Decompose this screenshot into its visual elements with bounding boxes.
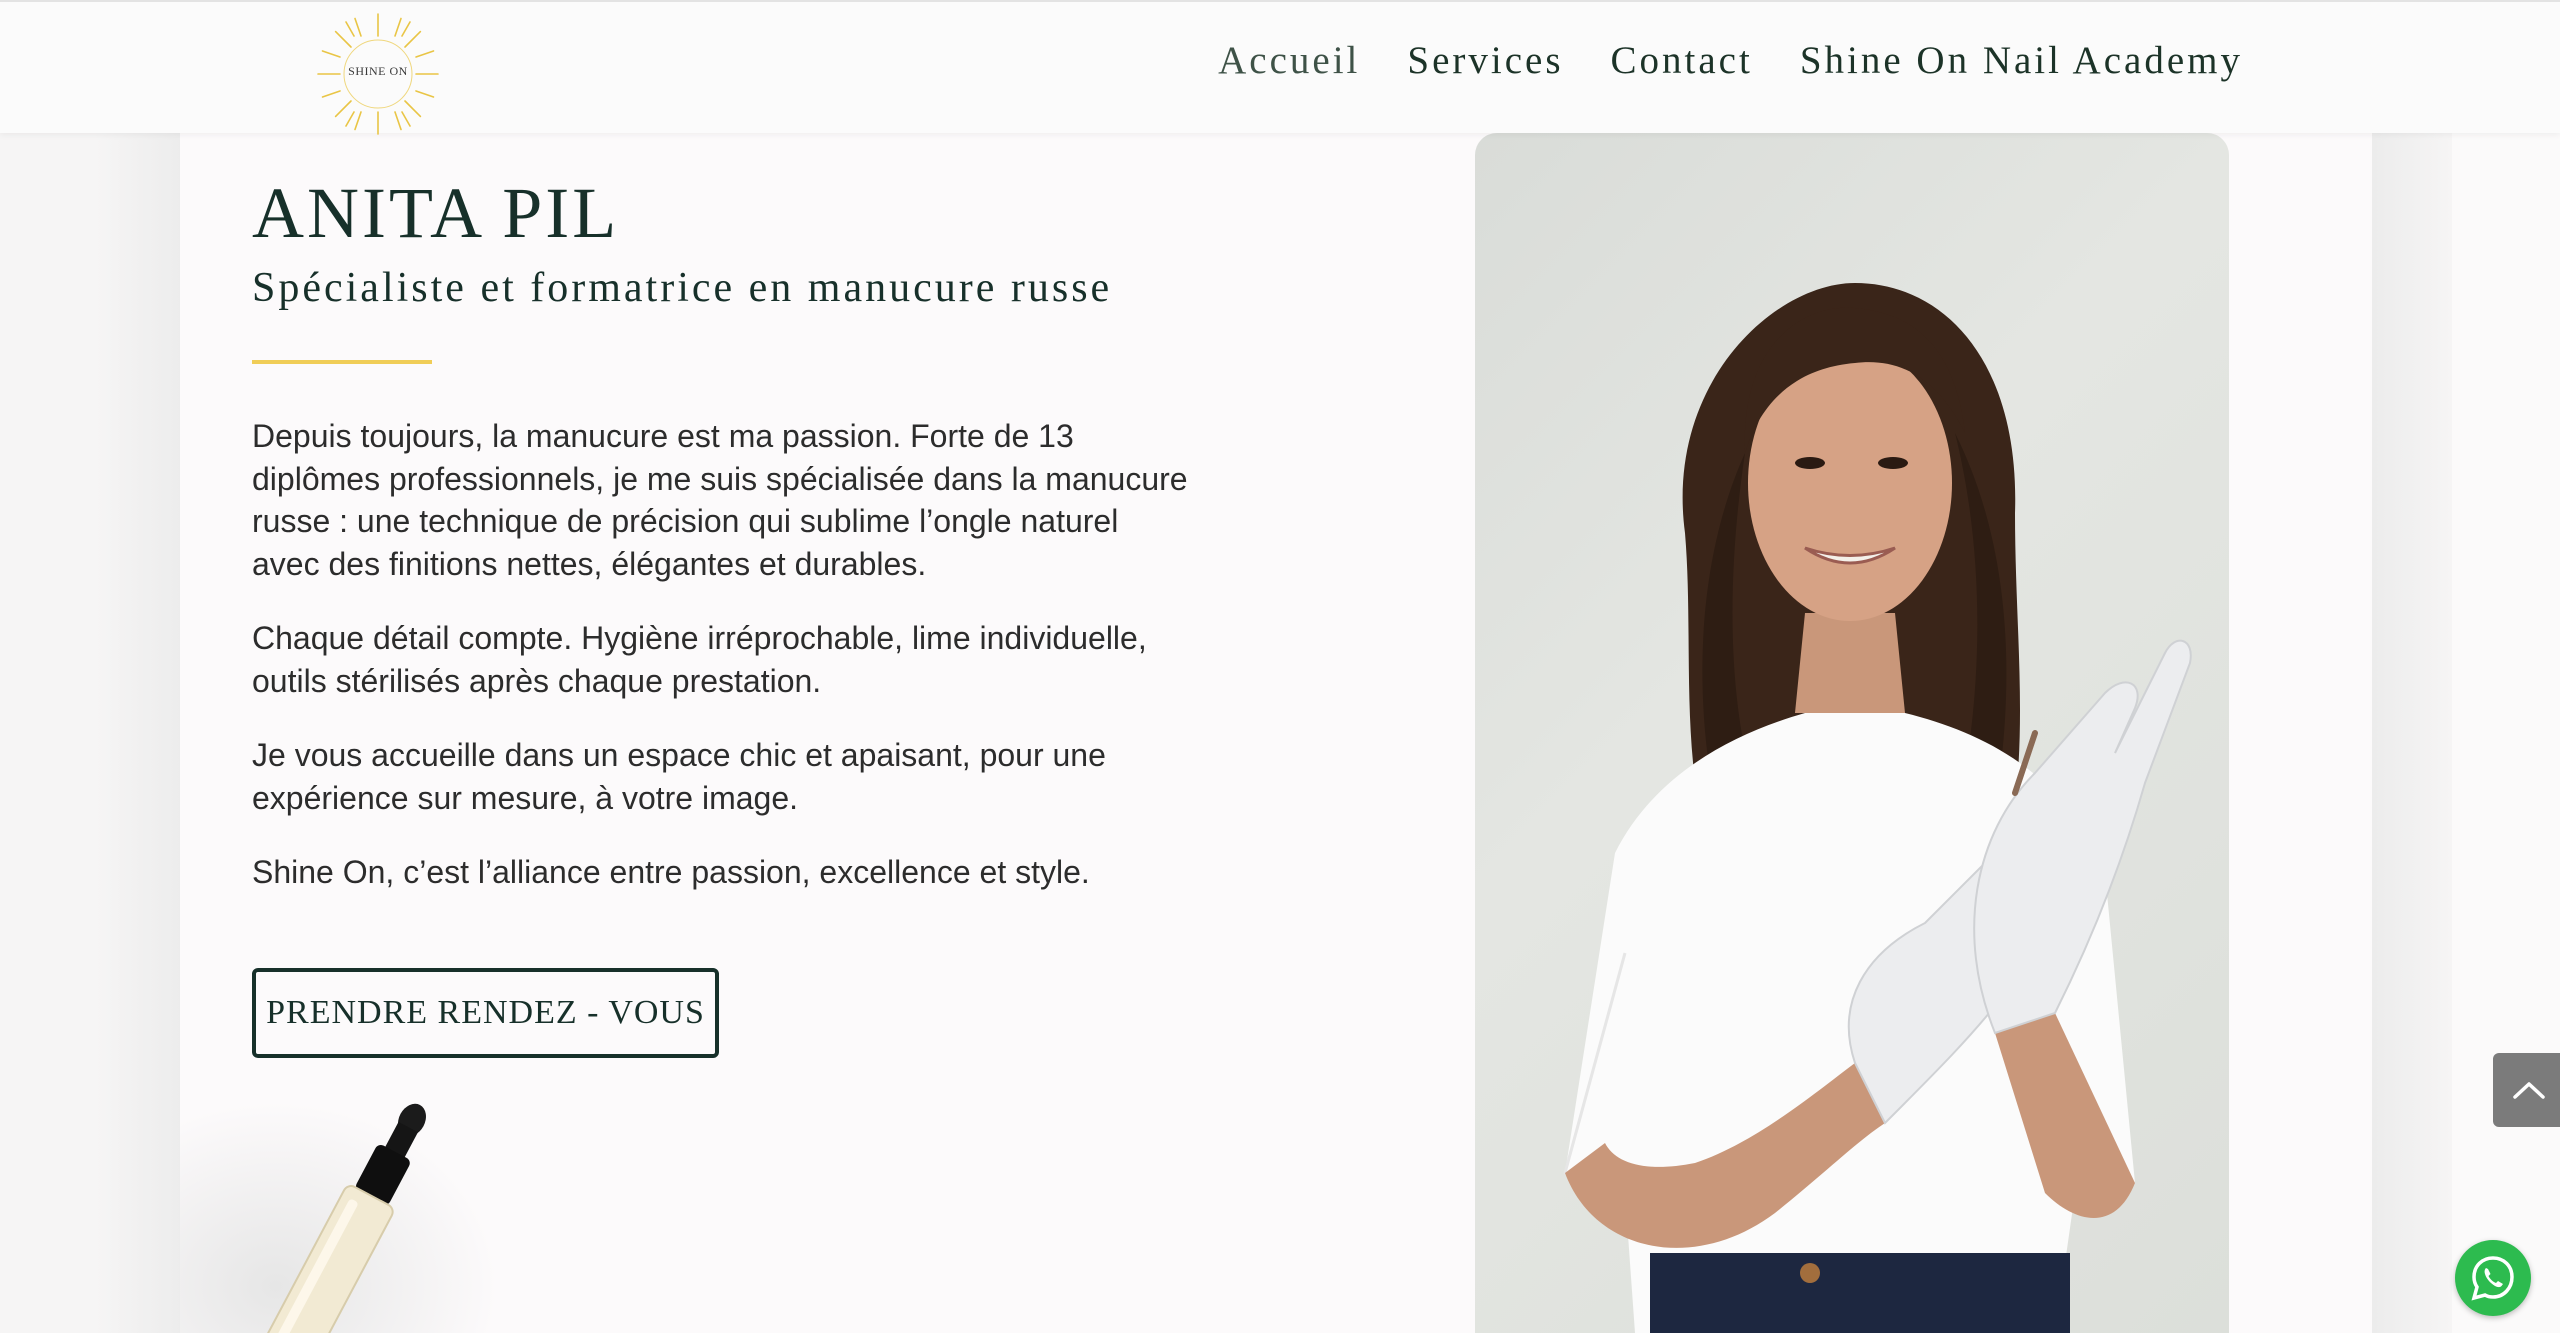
portrait-photo <box>1475 133 2229 1333</box>
whatsapp-button[interactable] <box>2455 1240 2531 1316</box>
paragraph-tagline: Shine On, c’est l’alliance entre passion… <box>252 854 1090 890</box>
paragraph-passion: Depuis toujours, la manucure est ma pass… <box>252 418 1188 582</box>
logo-text: SHINE ON <box>348 64 408 78</box>
paragraph-space: Je vous accueille dans un espace chic et… <box>252 737 1106 816</box>
right-side-shadow <box>2372 133 2452 1333</box>
nav-item-accueil[interactable]: Accueil <box>1218 38 1360 83</box>
main-nav: Accueil Services Contact Shine On Nail A… <box>1218 38 2243 83</box>
logo[interactable]: SHINE ON <box>316 12 440 136</box>
scroll-to-top-button[interactable] <box>2493 1053 2560 1127</box>
chevron-up-icon <box>2513 1082 2545 1099</box>
site-header: SHINE ON Accueil Services Contact Shine … <box>0 0 2560 136</box>
gold-divider <box>252 360 432 364</box>
book-appointment-button[interactable]: PRENDRE RENDEZ - VOUS <box>252 968 719 1058</box>
paragraph-hygiene: Chaque détail compte. Hygiène irréprocha… <box>252 620 1147 699</box>
nail-oil-bottle-image <box>180 1100 500 1333</box>
page-title: ANITA PIL <box>252 173 620 253</box>
left-side-shadow <box>95 133 185 1333</box>
bottle-illustration <box>260 1103 426 1333</box>
whatsapp-icon <box>2471 1256 2514 1301</box>
nav-item-services[interactable]: Services <box>1407 38 1563 83</box>
nav-item-academy[interactable]: Shine On Nail Academy <box>1800 38 2243 83</box>
right-strip <box>2452 133 2560 1333</box>
intro-text: Depuis toujours, la manucure est ma pass… <box>252 415 1192 926</box>
portrait-illustration <box>1563 283 2192 1333</box>
page-subtitle: Spécialiste et formatrice en manucure ru… <box>252 265 1113 311</box>
nav-item-contact[interactable]: Contact <box>1611 38 1753 83</box>
